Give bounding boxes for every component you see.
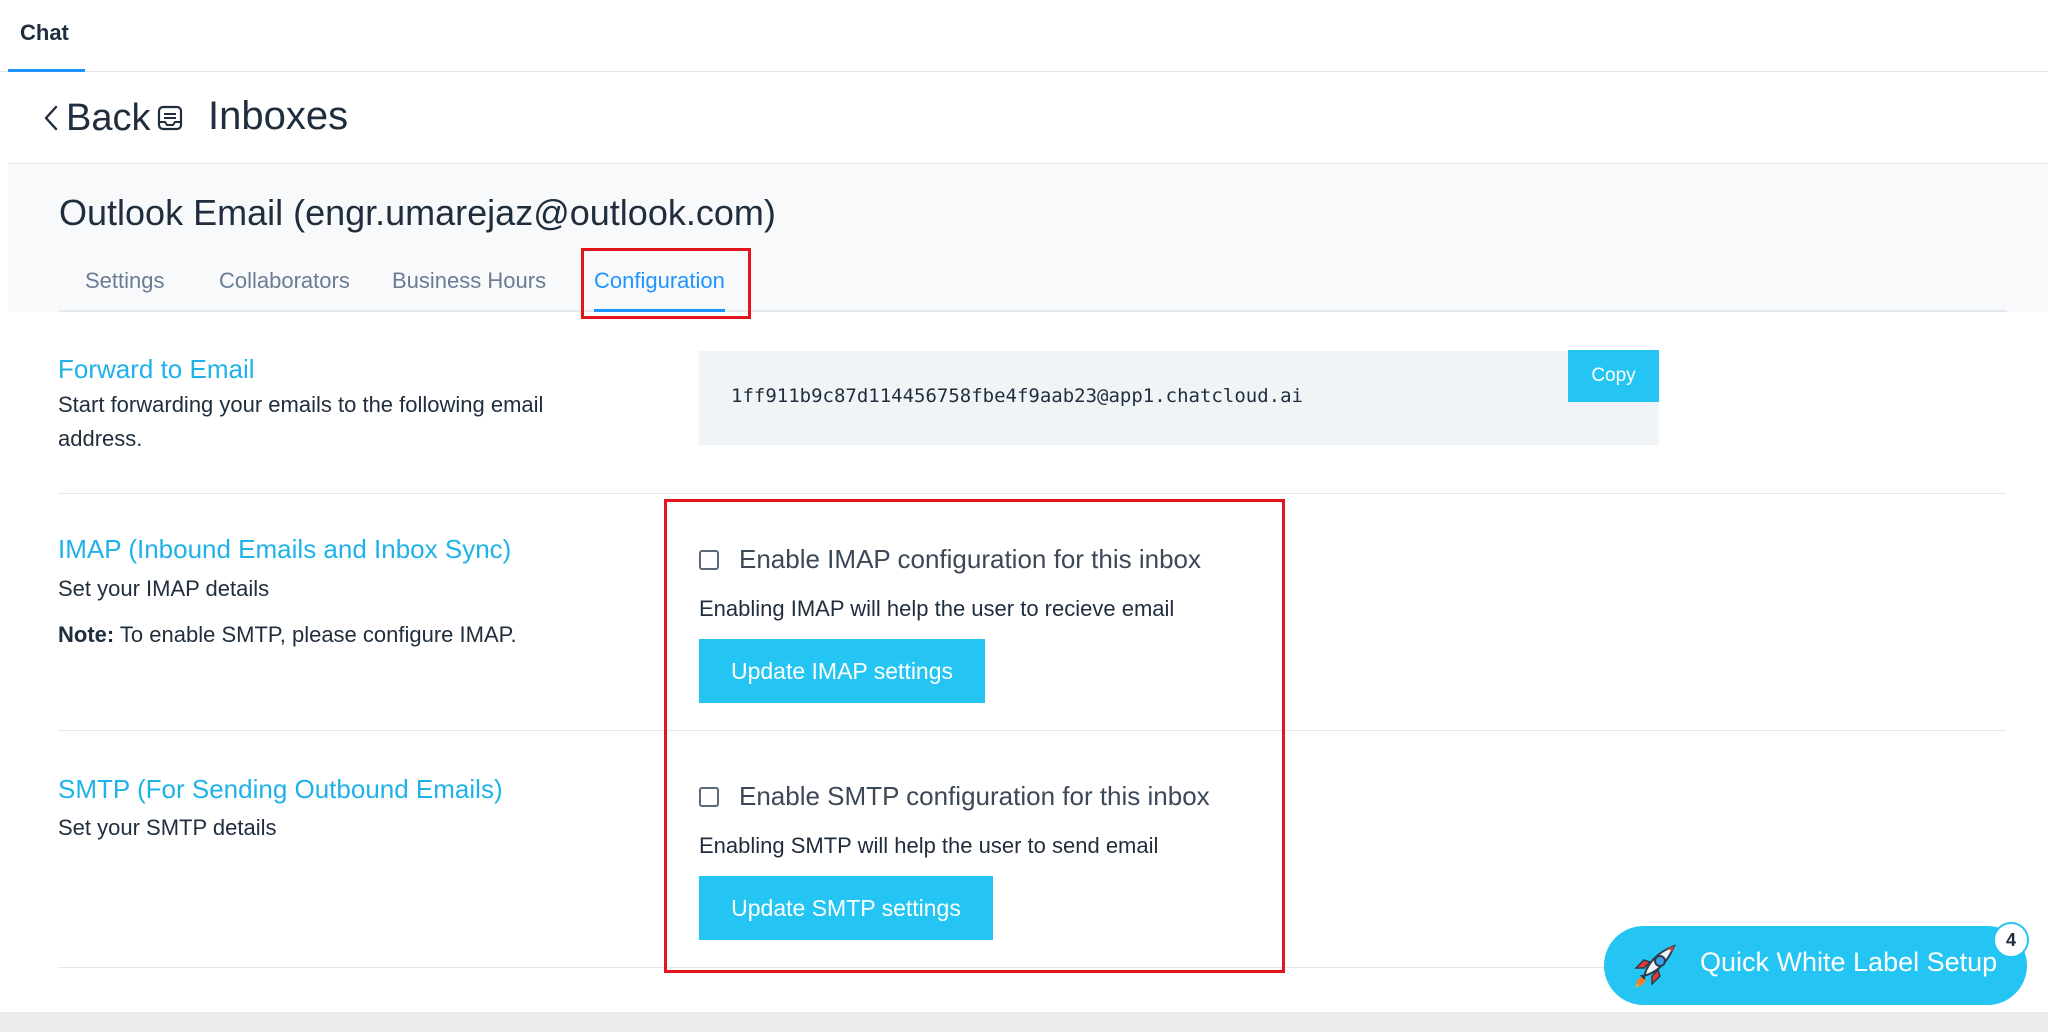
imap-note-text: To enable SMTP, please configure IMAP.: [114, 622, 517, 647]
highlight-box-tab: [581, 248, 751, 319]
inbox-name: Outlook Email (engr.umarejaz@outlook.com…: [59, 192, 776, 233]
inbox-tabs: Settings Collaborators Business Hours Co…: [59, 256, 2007, 312]
back-label: Back: [66, 96, 151, 139]
tab-chat-label: Chat: [20, 20, 69, 45]
copy-button[interactable]: Copy: [1568, 350, 1659, 402]
fab-label: Quick White Label Setup: [1700, 947, 1998, 977]
notification-badge: 4: [1993, 922, 2029, 958]
tab-business-hours[interactable]: Business Hours: [392, 256, 546, 312]
imap-title: IMAP (Inbound Emails and Inbox Sync): [58, 534, 512, 564]
forward-email-address: 1ff911b9c87d114456758fbe4f9aab23@app1.ch…: [731, 385, 1303, 407]
tab-collaborators[interactable]: Collaborators: [219, 256, 350, 312]
forward-title: Forward to Email: [58, 354, 255, 384]
forward-desc: Start forwarding your emails to the foll…: [58, 392, 544, 451]
back-button[interactable]: Back: [38, 94, 184, 142]
page-header: Back Inboxes: [8, 72, 2048, 164]
page-title: Inboxes: [208, 94, 349, 138]
top-navbar: Chat: [0, 0, 2048, 72]
inbox-subheader: Outlook Email (engr.umarejaz@outlook.com…: [8, 164, 2048, 312]
inbox-icon: [156, 104, 184, 132]
imap-note-label: Note:: [58, 622, 115, 647]
imap-desc: Set your IMAP details: [58, 576, 270, 601]
rocket-icon: [1626, 938, 1682, 994]
bottom-strip: [0, 1012, 2048, 1032]
smtp-desc: Set your SMTP details: [58, 815, 277, 840]
smtp-title: SMTP (For Sending Outbound Emails): [58, 774, 503, 804]
highlight-box-config: [664, 499, 1285, 973]
tab-settings[interactable]: Settings: [85, 256, 165, 312]
quick-white-label-setup-button[interactable]: Quick White Label Setup: [1604, 926, 2027, 1005]
imap-note: Note: To enable SMTP, please configure I…: [58, 618, 517, 652]
forward-email-box: 1ff911b9c87d114456758fbe4f9aab23@app1.ch…: [699, 351, 1659, 445]
chevron-left-icon: [38, 98, 64, 138]
tab-chat[interactable]: Chat: [8, 0, 85, 72]
